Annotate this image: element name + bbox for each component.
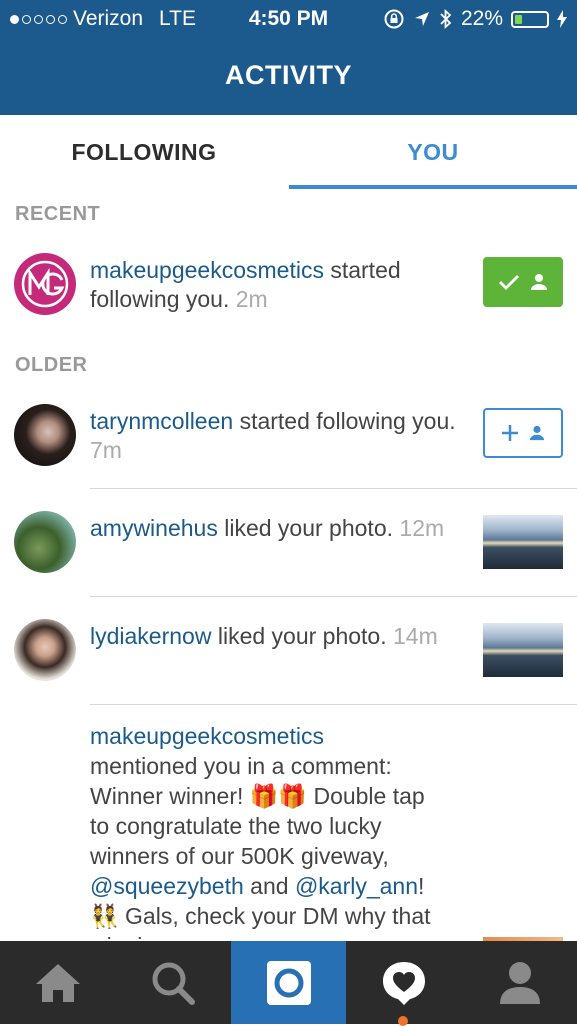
bottom-navigation: [0, 941, 577, 1024]
page-title: ACTIVITY: [224, 60, 352, 90]
notification-dot: [398, 1016, 408, 1026]
timestamp: 12m: [399, 515, 445, 541]
nav-profile[interactable]: [462, 941, 577, 1024]
comment-text: Gals, check your DM why that winning: [90, 903, 431, 941]
comment-text: !: [418, 873, 425, 899]
divider: [90, 704, 577, 705]
timestamp: 7m: [90, 437, 122, 463]
top-bar: Verizon LTE 4:50 PM 22% ACTIVITY: [0, 0, 577, 115]
makeupgeek-logo-icon: [21, 260, 69, 308]
rotation-lock-icon: [384, 9, 404, 29]
avatar[interactable]: [14, 619, 76, 681]
bluetooth-icon: [440, 8, 452, 30]
username-link[interactable]: tarynmcolleen: [90, 408, 233, 434]
section-older-label: OLDER: [15, 354, 88, 376]
username-link[interactable]: amywinehus: [90, 515, 218, 541]
avatar[interactable]: [14, 511, 76, 573]
list-item[interactable]: lydiakernow liked your photo. 14m: [0, 619, 577, 705]
activity-feed[interactable]: RECENT makeupgeekcosmetics started follo…: [0, 189, 577, 941]
activity-tabs: FOLLOWING YOU: [0, 115, 577, 189]
activity-heart-icon: [382, 961, 425, 1005]
avatar[interactable]: [14, 253, 76, 315]
following-button[interactable]: [483, 257, 563, 307]
photo-thumbnail[interactable]: [483, 515, 563, 569]
avatar[interactable]: [14, 404, 76, 466]
battery-percent: 22%: [460, 7, 503, 30]
notification-text: makeupgeekcosmetics started following yo…: [90, 256, 460, 314]
list-item[interactable]: makeupgeekcosmetics started following yo…: [0, 251, 577, 341]
notification-action: started following you.: [233, 408, 456, 434]
mention-link[interactable]: @squeezybeth: [90, 873, 244, 899]
checkmark-icon: [499, 275, 519, 290]
search-icon: [152, 962, 195, 1005]
mention-link[interactable]: @karly_ann: [295, 873, 418, 899]
location-icon: [414, 12, 429, 26]
notification-text: lydiakernow liked your photo. 14m: [90, 622, 460, 651]
comment-text: and: [243, 873, 295, 899]
status-bar: Verizon LTE 4:50 PM 22%: [0, 0, 577, 38]
divider: [90, 596, 577, 597]
notification-text: amywinehus liked your photo. 12m: [90, 514, 460, 543]
notification-text: tarynmcolleen started following you. 7m: [90, 407, 460, 465]
section-recent-label: RECENT: [15, 203, 101, 225]
camera-icon: [266, 960, 311, 1005]
username-link[interactable]: lydiakernow: [90, 623, 211, 649]
charging-icon: [557, 10, 567, 28]
timestamp: 14m: [393, 623, 438, 649]
nav-activity[interactable]: [346, 941, 461, 1024]
nav-home[interactable]: [0, 941, 115, 1024]
username-link[interactable]: makeupgeekcosmetics: [90, 723, 324, 749]
divider: [90, 488, 577, 489]
follow-button[interactable]: [483, 408, 563, 458]
dancers-emoji: 👯: [90, 903, 119, 929]
timestamp: 2m: [235, 286, 268, 312]
notification-text: makeupgeekcosmetics mentioned you in a c…: [90, 721, 450, 941]
notification-action: liked your photo.: [217, 515, 394, 541]
battery-icon: [511, 10, 549, 28]
gift-emoji: 🎁🎁: [249, 783, 308, 809]
list-item[interactable]: amywinehus liked your photo. 12m: [0, 511, 577, 597]
home-icon: [35, 963, 80, 1002]
person-icon: [531, 274, 547, 290]
notification-action: liked your photo.: [211, 623, 387, 649]
username-link[interactable]: makeupgeekcosmetics: [90, 257, 324, 283]
nav-camera[interactable]: [231, 941, 346, 1024]
profile-icon: [499, 961, 540, 1004]
nav-search[interactable]: [115, 941, 230, 1024]
photo-thumbnail[interactable]: [483, 623, 563, 677]
list-item[interactable]: tarynmcolleen started following you. 7m: [0, 402, 577, 488]
tab-you[interactable]: YOU: [289, 115, 577, 189]
plus-icon: [502, 425, 518, 441]
list-item[interactable]: makeupgeekcosmetics mentioned you in a c…: [0, 719, 577, 941]
tab-following[interactable]: FOLLOWING: [0, 115, 288, 189]
person-icon: [529, 425, 545, 441]
